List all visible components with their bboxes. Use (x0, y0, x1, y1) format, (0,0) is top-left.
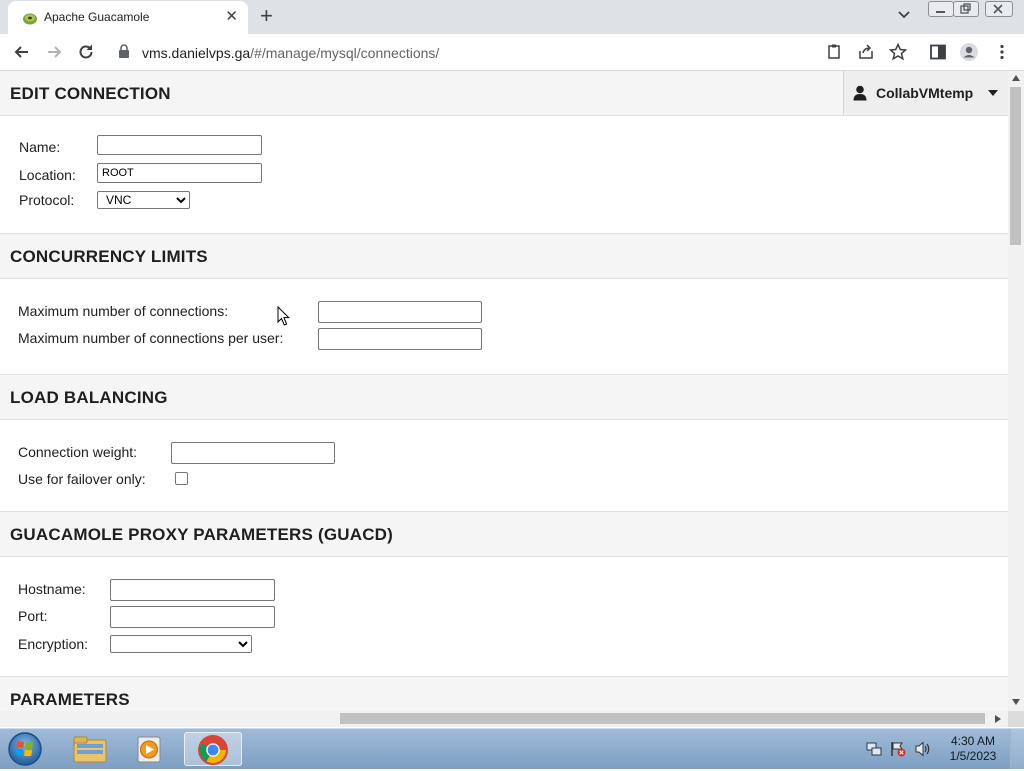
scrollbar-corner (1008, 711, 1024, 727)
lock-icon[interactable] (118, 44, 130, 58)
volume-speaker-icon[interactable] (914, 741, 932, 757)
network-icon[interactable] (866, 741, 882, 757)
failover-only-checkbox[interactable] (175, 472, 188, 485)
location-input[interactable] (97, 163, 262, 183)
tab-title: Apache Guacamole (44, 10, 150, 24)
concurrency-title: CONCURRENCY LIMITS (10, 247, 208, 266)
minimize-window-icon[interactable] (928, 1, 954, 17)
profile-avatar-icon[interactable] (959, 42, 979, 62)
parameters-section-header: PARAMETERS (0, 676, 1008, 713)
user-menu[interactable]: CollabVMtemp (843, 71, 1008, 115)
connection-weight-input[interactable] (171, 442, 335, 464)
system-clock[interactable]: 4:30 AM 1/5/2023 (944, 734, 1002, 764)
share-icon[interactable] (856, 42, 876, 62)
parameters-title: PARAMETERS (10, 690, 130, 709)
guacd-section-header: GUACAMOLE PROXY PARAMETERS (GUACD) (0, 511, 1008, 557)
back-arrow-icon[interactable] (12, 42, 32, 62)
connection-weight-label: Connection weight: (18, 444, 138, 460)
hostname-label: Hostname: (18, 581, 86, 597)
taskbar-chrome[interactable] (184, 732, 242, 766)
max-connections-label: Maximum number of connections: (18, 303, 229, 319)
restore-window-icon[interactable] (953, 1, 979, 17)
url-text: vms.danielvps.ga/#/manage/mysql/connecti… (142, 45, 440, 61)
hostname-input[interactable] (110, 579, 275, 601)
media-player-icon (137, 736, 161, 763)
port-label: Port: (18, 608, 48, 624)
browser-menu-icon[interactable] (992, 42, 1012, 62)
max-connections-per-user-label: Maximum number of connections per user: (18, 330, 284, 346)
reload-icon[interactable] (76, 42, 96, 62)
action-center-flag-icon[interactable] (890, 741, 906, 757)
scroll-up-arrow-icon[interactable] (1012, 75, 1020, 81)
failover-only-label: Use for failover only: (18, 471, 146, 487)
encryption-label: Encryption: (18, 636, 89, 652)
name-input[interactable] (97, 135, 262, 155)
encryption-select[interactable] (110, 635, 252, 653)
horizontal-scroll-thumb[interactable] (340, 713, 985, 724)
protocol-label: Protocol: (19, 192, 75, 208)
guacamole-favicon-icon (23, 13, 37, 25)
vertical-scrollbar[interactable] (1008, 71, 1024, 713)
username: CollabVMtemp (876, 85, 974, 101)
user-icon (853, 85, 867, 101)
caret-down-icon (988, 90, 998, 96)
taskbar-media-player[interactable] (124, 732, 176, 766)
location-label: Location: (19, 167, 76, 183)
page-title: EDIT CONNECTION (10, 84, 171, 103)
folder-icon (73, 736, 107, 763)
browser-tabstrip: Apache Guacamole ✕ + (0, 0, 1024, 34)
side-panel-icon[interactable] (928, 42, 948, 62)
mouse-cursor-icon (277, 306, 291, 326)
port-input[interactable] (110, 606, 275, 628)
browser-tab[interactable]: Apache Guacamole ✕ (8, 1, 248, 34)
browser-toolbar: vms.danielvps.ga/#/manage/mysql/connecti… (0, 34, 1024, 71)
tab-search-chevron-icon[interactable] (897, 8, 911, 22)
load-balancing-title: LOAD BALANCING (10, 388, 168, 407)
taskbar-explorer[interactable] (64, 732, 116, 766)
show-desktop-button[interactable] (1010, 729, 1024, 769)
address-bar[interactable]: vms.danielvps.ga/#/manage/mysql/connecti… (110, 38, 850, 66)
page-header: EDIT CONNECTION CollabVMtemp (0, 71, 1008, 116)
max-connections-input[interactable] (318, 301, 482, 323)
load-balancing-section-header: LOAD BALANCING (0, 374, 1008, 420)
guacd-title: GUACAMOLE PROXY PARAMETERS (GUACD) (10, 525, 394, 544)
close-tab-icon[interactable]: ✕ (225, 7, 238, 25)
protocol-select[interactable]: VNC (97, 191, 190, 209)
bookmark-star-icon[interactable] (888, 42, 908, 62)
page-viewport: EDIT CONNECTION CollabVMtemp Name: Locat… (0, 71, 1008, 713)
forward-arrow-icon[interactable] (44, 42, 64, 62)
close-window-icon[interactable] (985, 1, 1013, 17)
taskbar: 4:30 AM 1/5/2023 (0, 728, 1024, 769)
scroll-down-arrow-icon[interactable] (1012, 699, 1020, 705)
windows-start-icon[interactable] (6, 731, 44, 767)
vertical-scroll-thumb[interactable] (1010, 87, 1021, 245)
new-tab-icon[interactable]: + (260, 4, 273, 28)
clock-time: 4:30 AM (950, 734, 996, 748)
max-connections-per-user-input[interactable] (318, 328, 482, 350)
name-label: Name: (19, 139, 61, 155)
clock-date: 1/5/2023 (949, 749, 997, 763)
concurrency-section-header: CONCURRENCY LIMITS (0, 233, 1008, 279)
scroll-right-arrow-icon[interactable] (995, 715, 1001, 723)
chrome-icon (198, 735, 228, 765)
share-page-icon[interactable] (824, 42, 844, 62)
horizontal-scrollbar[interactable] (0, 711, 1008, 727)
